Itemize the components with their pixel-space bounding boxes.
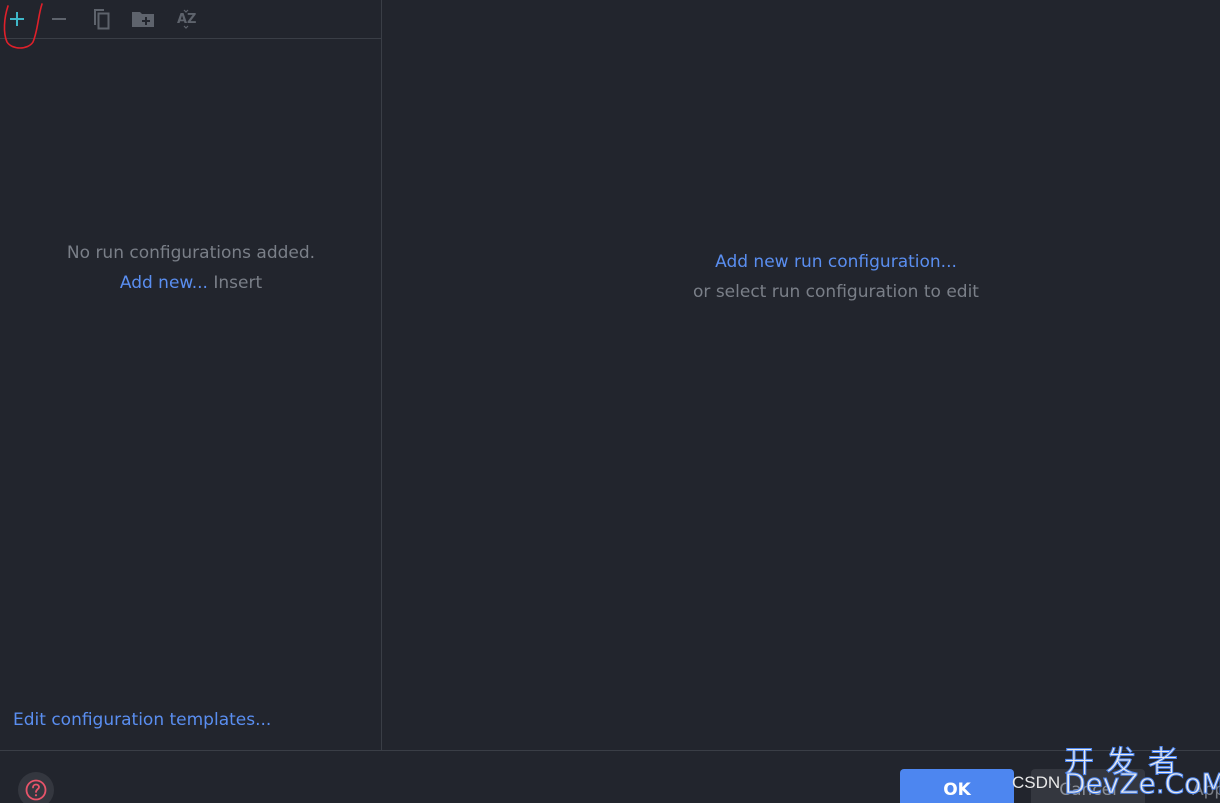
configurations-list-panel: AZ No run configurations added. Add new.… [0,0,382,750]
add-configuration-button[interactable] [4,6,30,32]
sort-configurations-button[interactable]: AZ [173,6,199,32]
copy-icon [94,9,110,30]
add-new-link[interactable]: Add new... [120,273,208,293]
edit-templates-link[interactable]: Edit configuration templates... [13,710,271,730]
insert-shortcut-hint: Insert [213,273,263,293]
configuration-editor-panel: Add new run configuration... or select r… [383,0,1220,750]
select-configuration-hint: or select run configuration to edit [693,282,979,302]
sort-icon-label: AZ [177,12,197,27]
help-button[interactable] [18,772,54,803]
apply-button[interactable]: Apply [1162,769,1220,803]
add-new-run-configuration-link[interactable]: Add new run configuration... [383,247,1220,277]
new-folder-icon [132,12,154,27]
run-configurations-dialog: AZ No run configurations added. Add new.… [0,0,1220,803]
cancel-button[interactable]: Cancel [1031,769,1145,803]
minus-icon [52,18,66,20]
ok-button[interactable]: OK [900,769,1014,803]
empty-list-message: No run configurations added. Add new... … [0,238,382,298]
copy-configuration-button[interactable] [88,6,114,32]
no-configurations-text: No run configurations added. [66,243,316,263]
new-folder-button[interactable] [130,6,156,32]
editor-empty-state: Add new run configuration... or select r… [383,247,1220,307]
remove-configuration-button[interactable] [46,6,72,32]
help-icon [25,779,47,801]
dialog-footer: OK Cancel Apply [0,750,1220,803]
sort-alphabetically-icon: AZ [177,9,197,29]
configurations-toolbar: AZ [0,0,382,39]
plus-icon [10,12,24,26]
